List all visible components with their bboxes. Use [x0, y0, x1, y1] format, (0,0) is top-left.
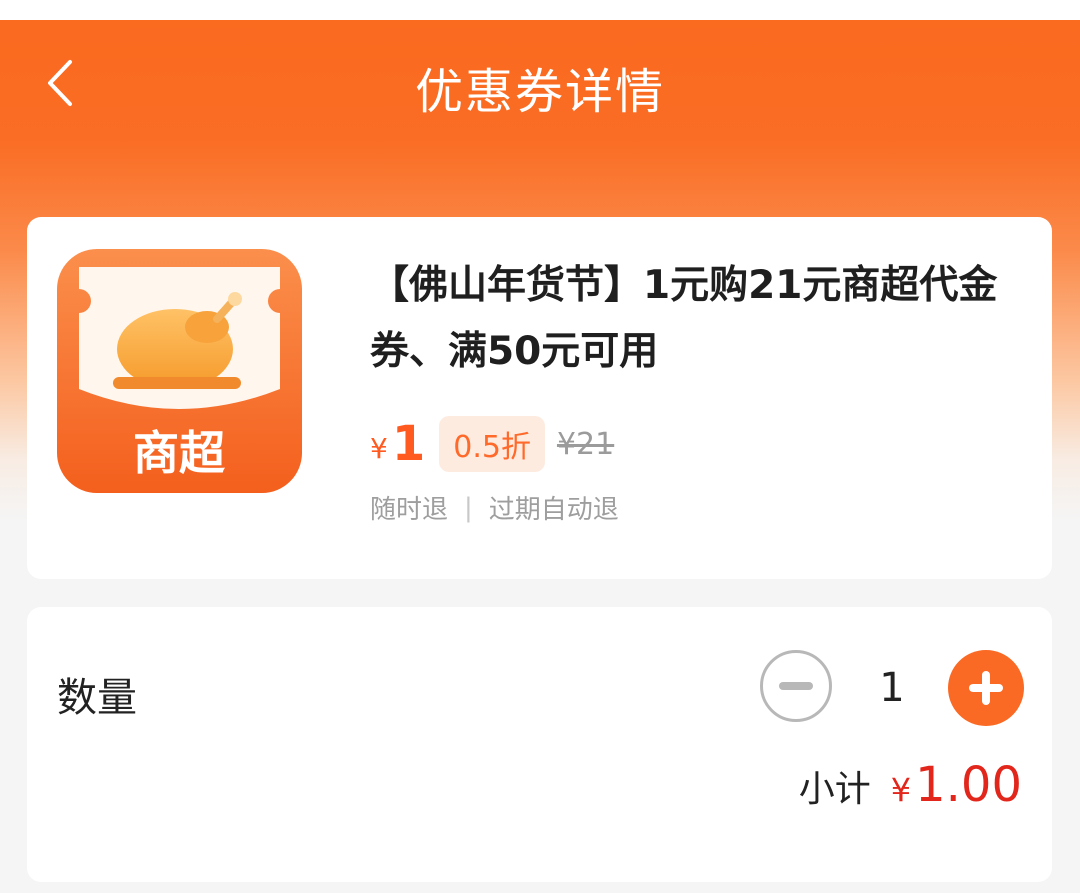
original-price: ¥21 — [556, 426, 615, 462]
quantity-value[interactable]: 1 — [867, 665, 917, 711]
quantity-label: 数量 — [57, 675, 137, 721]
page-title: 优惠券详情 — [414, 64, 665, 120]
plus-icon — [969, 671, 1003, 705]
refund-policy: 随时退 | 过期自动退 — [370, 489, 619, 526]
subtotal-value: 1.00 — [915, 757, 1022, 813]
subtotal-symbol: ¥ — [890, 771, 912, 809]
refund-separator: | — [464, 492, 473, 523]
price-value: 1 — [391, 416, 426, 472]
quantity-card: 数量 1 小计 ¥ 1.00 — [27, 607, 1052, 882]
product-thumbnail: 商超 — [57, 249, 302, 493]
increase-quantity-button[interactable] — [948, 650, 1024, 726]
refund-on-expiry: 过期自动退 — [488, 495, 619, 525]
refund-any-time: 随时退 — [370, 495, 449, 525]
coupon-title: 【佛山年货节】1元购21元商超代金券、满50元可用 — [370, 263, 998, 374]
coupon-card: 商超 【佛山年货节】1元购21元商超代金券、满50元可用 ¥ 1 0.5折 ¥2… — [27, 217, 1052, 579]
minus-icon — [779, 682, 813, 690]
status-bar-strip — [0, 0, 1080, 20]
subtotal: 小计 ¥ 1.00 — [799, 757, 1022, 813]
price-symbol: ¥ — [370, 431, 388, 465]
discount-badge: 0.5折 — [439, 416, 545, 472]
price-row: ¥ 1 0.5折 ¥21 — [370, 412, 614, 476]
decrease-quantity-button[interactable] — [760, 650, 832, 722]
subtotal-label: 小计 — [798, 769, 871, 810]
thumbnail-label: 商超 — [133, 426, 226, 480]
